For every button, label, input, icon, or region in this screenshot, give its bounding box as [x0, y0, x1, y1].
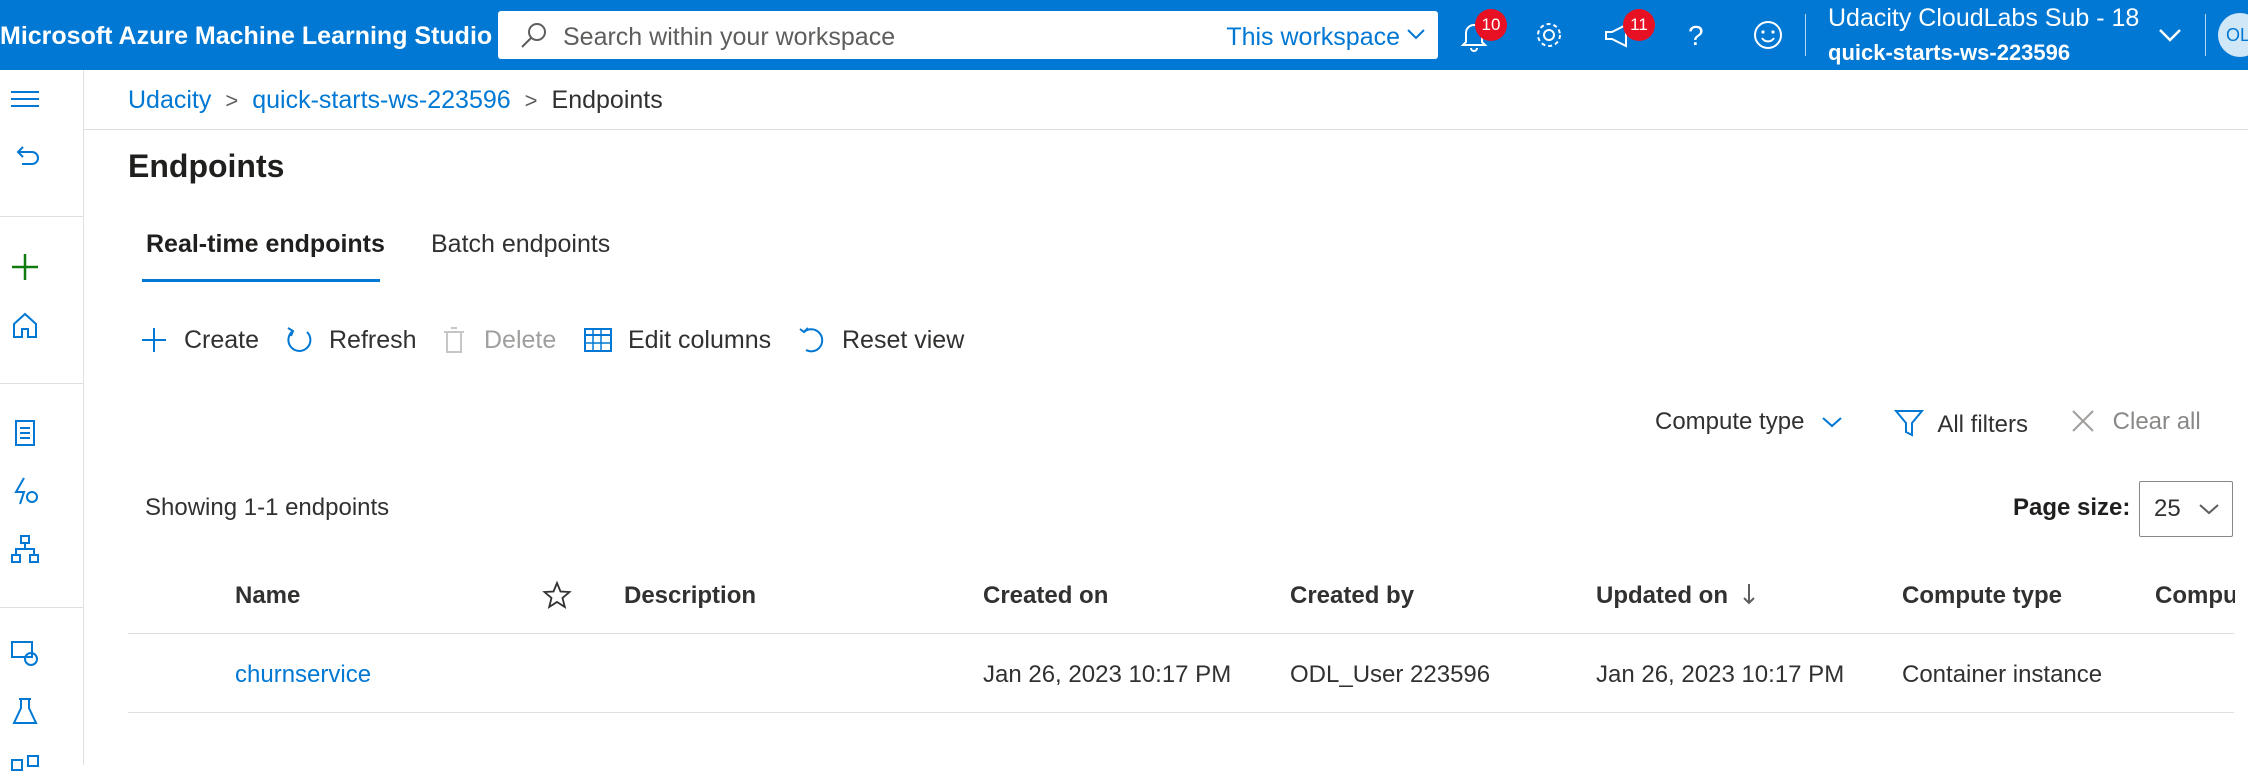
left-nav [0, 70, 84, 771]
column-header-created-on[interactable]: Created on [983, 582, 1108, 610]
chevron-down-icon [2199, 504, 2219, 515]
close-icon [2072, 410, 2094, 432]
chevron-right-icon: > [524, 88, 538, 113]
table-row-divider [128, 712, 2234, 713]
reset-view-label: Reset view [842, 326, 965, 354]
endpoint-updated-on: Jan 26, 2023 10:17 PM [1596, 661, 1845, 688]
avatar[interactable]: OL [2218, 13, 2248, 57]
hamburger-icon[interactable] [10, 84, 40, 114]
search-input[interactable]: Search within your workspace [563, 23, 895, 52]
active-tab-indicator [142, 279, 380, 282]
designer-icon[interactable] [10, 534, 40, 564]
tab-batch-endpoints[interactable]: Batch endpoints [431, 230, 610, 259]
reset-view-button[interactable]: Reset view [796, 320, 966, 360]
page-size-label: Page size: [2013, 494, 2131, 521]
column-header-compute-type[interactable]: Compute type [1902, 582, 2062, 610]
table-header-divider [128, 633, 2234, 634]
all-filters-label: All filters [1937, 411, 2029, 438]
all-filters-button[interactable]: All filters [1893, 408, 2029, 439]
header-divider [84, 129, 2248, 130]
compute-type-filter-label: Compute type [1655, 408, 1805, 435]
endpoint-created-on: Jan 26, 2023 10:17 PM [983, 661, 1232, 688]
compute-type-filter[interactable]: Compute type [1655, 408, 1843, 436]
edit-columns-label: Edit columns [628, 326, 772, 354]
refresh-button[interactable]: Refresh [283, 320, 418, 360]
chevron-down-icon[interactable] [2152, 17, 2188, 53]
topbar-divider [2205, 14, 2206, 56]
column-header-created-by[interactable]: Created by [1290, 582, 1414, 610]
plus-icon[interactable] [10, 252, 40, 282]
clear-all-button[interactable]: Clear all [2070, 408, 2201, 436]
column-header-description[interactable]: Description [624, 582, 756, 610]
page-title: Endpoints [128, 148, 285, 184]
search-box[interactable]: Search within your workspace This worksp… [498, 11, 1438, 59]
table-columns-icon [584, 328, 612, 352]
announcements-badge: 11 [1623, 9, 1655, 41]
breadcrumb-workspace[interactable]: quick-starts-ws-223596 [252, 86, 510, 114]
search-scope-dropdown[interactable]: This workspace [1226, 23, 1400, 52]
create-button[interactable]: Create [138, 320, 268, 360]
plus-icon [142, 328, 166, 352]
reset-icon [799, 327, 824, 353]
nav-divider [0, 607, 83, 608]
breadcrumb: Udacity > quick-starts-ws-223596 > Endpoints [128, 86, 663, 115]
results-count: Showing 1-1 endpoints [145, 494, 390, 521]
refresh-label: Refresh [329, 326, 417, 354]
trash-icon [444, 327, 464, 353]
chevron-down-icon [1822, 417, 1842, 428]
topbar-divider [1805, 14, 1806, 56]
star-icon[interactable] [542, 580, 572, 610]
breadcrumb-current: Endpoints [551, 86, 663, 114]
endpoint-name-link[interactable]: churnservice [235, 661, 371, 689]
column-header-updated-on-label: Updated on [1596, 582, 1728, 609]
edit-columns-button[interactable]: Edit columns [582, 320, 772, 360]
help-icon[interactable]: ? [1678, 17, 1714, 53]
account-subscription[interactable]: Udacity CloudLabs Sub - 18 [1828, 4, 2139, 33]
notifications-badge: 10 [1475, 9, 1507, 41]
endpoint-compute-type: Container instance [1902, 661, 2103, 688]
pipelines-icon[interactable] [10, 754, 40, 784]
page-size-dropdown[interactable]: 25 [2139, 481, 2233, 537]
back-icon[interactable] [10, 142, 40, 172]
breadcrumb-udacity[interactable]: Udacity [128, 86, 211, 114]
svg-text:?: ? [1688, 20, 1704, 51]
sort-descending-icon [1742, 584, 1755, 605]
chevron-right-icon: > [225, 88, 239, 113]
account-workspace[interactable]: quick-starts-ws-223596 [1828, 40, 2070, 66]
refresh-icon [287, 327, 312, 352]
chevron-down-icon [1407, 29, 1425, 40]
nav-divider [0, 216, 83, 217]
app-title[interactable]: Microsoft Azure Machine Learning Studio [0, 22, 492, 51]
delete-button[interactable]: Delete [438, 320, 558, 360]
search-icon [521, 23, 546, 48]
delete-label: Delete [484, 326, 557, 354]
create-label: Create [184, 326, 260, 354]
smiley-icon[interactable] [1750, 17, 1786, 53]
tab-real-time-endpoints[interactable]: Real-time endpoints [146, 230, 385, 259]
column-header-name[interactable]: Name [235, 582, 300, 610]
clear-all-label: Clear all [2112, 408, 2201, 435]
column-header-updated-on[interactable]: Updated on [1596, 582, 1757, 610]
home-icon[interactable] [10, 310, 40, 340]
nav-divider [0, 383, 83, 384]
automl-icon[interactable] [10, 476, 40, 506]
notebook-icon[interactable] [10, 418, 40, 448]
endpoint-created-by: ODL_User 223596 [1290, 661, 1491, 688]
filter-icon [1893, 410, 1925, 437]
data-icon[interactable] [10, 638, 40, 668]
page-size-value: 25 [2154, 495, 2181, 522]
gear-icon[interactable] [1531, 17, 1567, 53]
top-bar: Microsoft Azure Machine Learning Studio … [0, 0, 2248, 70]
column-header-compute[interactable]: Compu [2155, 582, 2235, 610]
experiments-icon[interactable] [10, 696, 40, 726]
